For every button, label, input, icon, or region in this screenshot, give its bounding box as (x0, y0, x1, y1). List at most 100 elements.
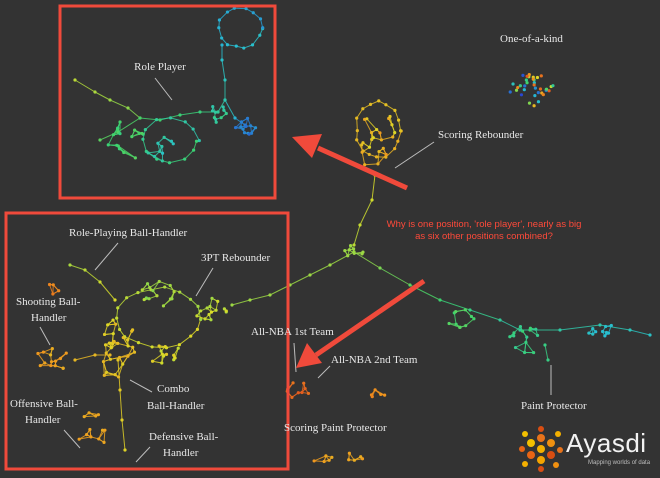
network-edge (353, 224, 361, 246)
network-node (125, 296, 129, 300)
network-node (104, 351, 108, 355)
network-node (538, 87, 543, 91)
network-node (68, 263, 72, 267)
network-node (169, 139, 174, 143)
network-node (205, 306, 209, 310)
network-node (379, 138, 384, 142)
network-node (49, 360, 54, 364)
network-edge (465, 318, 475, 327)
network-node (312, 459, 316, 463)
network-node (370, 137, 374, 142)
label-offensive-ball-handler-line2: Handler (25, 414, 61, 426)
network-node (195, 314, 199, 318)
network-node (628, 328, 632, 332)
network-node (146, 151, 150, 155)
network-node (121, 362, 125, 366)
network-node (157, 279, 161, 284)
label-all-nba-2nd-team: All-NBA 2nd Team (331, 354, 418, 366)
network-node (225, 43, 230, 47)
network-node (155, 157, 159, 161)
network-edge (117, 359, 121, 391)
network-node (343, 249, 347, 253)
leader-shooting-ball-handler (39, 326, 51, 346)
network-node (77, 437, 81, 441)
network-node (102, 332, 107, 337)
label-scoring-paint-protector: Scoring Paint Protector (284, 422, 387, 434)
network-node (258, 33, 262, 37)
network-edge (364, 119, 372, 133)
network-node (140, 131, 144, 136)
network-node (93, 90, 97, 94)
label-defensive-ball-handler-line2: Handler (163, 447, 199, 459)
network-node (210, 109, 215, 113)
network-node (103, 343, 108, 347)
network-node (348, 244, 353, 248)
network-node (73, 78, 77, 82)
network-node (195, 327, 200, 331)
network-node (162, 135, 166, 139)
network-node (458, 325, 462, 329)
network-node (352, 247, 356, 251)
network-node (171, 142, 175, 146)
network-node (157, 344, 161, 348)
question-annotation: Why is one position, 'role player', near… (386, 219, 582, 242)
ayasdi-wordmark: Ayasdi (566, 428, 647, 458)
network-node (148, 285, 152, 290)
network-node (408, 283, 412, 287)
network-edge (329, 251, 355, 266)
network-node (251, 11, 255, 15)
network-node (225, 10, 230, 14)
network-node (191, 127, 195, 131)
network-node (396, 139, 400, 143)
network-node (525, 74, 529, 78)
network-node (155, 294, 159, 298)
network-node (306, 391, 311, 396)
network-node (591, 332, 595, 336)
network-node (210, 296, 214, 300)
network-node (368, 102, 373, 107)
network-node (454, 322, 458, 326)
network-node (161, 304, 166, 308)
network-node (512, 334, 516, 338)
network-node (375, 127, 379, 132)
network-node (391, 135, 395, 139)
network-edge (629, 329, 651, 336)
leader-3pt-rebounder (195, 267, 214, 297)
label-role-playing-ball-handler: Role-Playing Ball-Handler (69, 227, 188, 239)
network-node (126, 106, 130, 110)
label-shooting-ball-handler-line1: Shooting Ball- (16, 296, 81, 308)
network-node (83, 268, 87, 272)
network-edge (149, 281, 160, 288)
network-edge (249, 294, 271, 301)
network-node (322, 459, 326, 464)
network-edge (515, 341, 527, 348)
network-node (118, 132, 122, 136)
network-edge (221, 59, 226, 81)
network-node (248, 298, 252, 302)
network-node (178, 290, 182, 294)
network-node (216, 110, 220, 114)
network-node (233, 126, 238, 130)
network-node (498, 318, 502, 322)
network-node (381, 146, 385, 150)
network-node (604, 330, 609, 335)
network-node (93, 353, 97, 357)
network-node (41, 350, 45, 354)
network-node (209, 318, 213, 322)
network-node (531, 77, 535, 81)
network-node (151, 289, 155, 293)
network-node (57, 289, 61, 293)
network-node (214, 120, 218, 124)
network-node (131, 345, 135, 349)
network-node (126, 354, 130, 358)
leader-scoring-rebounder (394, 141, 435, 169)
network-edge (94, 91, 111, 101)
network-node (123, 448, 127, 452)
network-node (115, 143, 119, 147)
network-node (546, 358, 550, 362)
network-node (172, 353, 176, 357)
network-node (217, 18, 222, 22)
network-node (221, 105, 225, 109)
network-node (38, 363, 42, 368)
network-node (142, 297, 146, 302)
